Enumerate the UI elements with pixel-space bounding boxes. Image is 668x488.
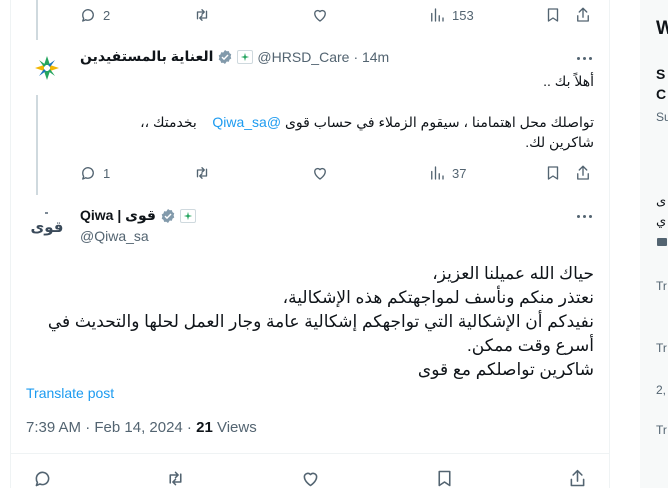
heart-icon <box>303 472 318 486</box>
avatar[interactable] <box>27 48 67 88</box>
qiwa-logo-icon: قوى <box>31 212 64 236</box>
reply-author-line: العناية بالمستفيدين @HRSD_Care · 14m <box>80 48 389 65</box>
main-handle-line: @Qiwa_sa <box>80 228 149 244</box>
post-body-line: حياك الله عميلنا العزيز، <box>432 264 594 283</box>
timestamp[interactable]: · 14m <box>353 49 389 65</box>
affiliate-badge-icon[interactable] <box>179 208 196 223</box>
bookmark-icon <box>547 166 559 180</box>
analytics-icon <box>431 8 444 22</box>
sidebar-text[interactable]: Tr <box>656 341 667 355</box>
share-icon <box>577 165 589 180</box>
post-timestamp[interactable]: 7:39 AM · Feb 14, 2024 · <box>26 419 196 436</box>
share-icon <box>570 469 585 486</box>
analytics-icon <box>431 166 444 180</box>
reply-button[interactable]: 1 <box>79 158 110 188</box>
bookmark-icon <box>438 470 451 486</box>
share-button[interactable] <box>567 463 588 488</box>
bookmark-button[interactable] <box>434 463 455 488</box>
repost-button[interactable] <box>193 158 211 188</box>
sidebar-text: C <box>656 86 667 102</box>
post-meta: 7:39 AM · Feb 14, 2024 · 21 Views <box>26 419 257 436</box>
reply-text-line-2: تواصلك محل اهتمامنا ، سيقوم الزملاء في ح… <box>80 112 594 132</box>
heart-icon <box>314 167 326 180</box>
reply-icon <box>82 9 94 22</box>
bookmark-button[interactable] <box>544 0 562 30</box>
affiliate-badge-icon[interactable] <box>237 49 254 64</box>
handle[interactable]: @Qiwa_sa <box>80 228 149 244</box>
sidebar-text: S <box>656 66 666 82</box>
views-button[interactable]: 153 <box>428 0 474 30</box>
like-button[interactable] <box>311 0 329 30</box>
heart-icon <box>314 9 326 22</box>
hrsd-logo-icon <box>35 56 59 80</box>
translate-post-link[interactable]: Translate post <box>26 385 114 401</box>
media-icon <box>657 238 667 246</box>
repost-button[interactable] <box>165 463 186 488</box>
reply-text-line-1: أهلاً بك .. <box>543 73 594 89</box>
bookmark-button[interactable] <box>544 158 562 188</box>
reply-text-tail: بخدمتك ،، <box>140 114 197 130</box>
sidebar-text[interactable]: Tr <box>656 423 667 437</box>
post-body: حياك الله عميلنا العزيز، نعتذر منكم ونأس… <box>26 262 594 382</box>
more-options-button[interactable] <box>572 48 596 68</box>
like-button[interactable] <box>300 463 321 488</box>
reply-count: 2 <box>103 7 111 23</box>
views-count: 153 <box>452 7 474 23</box>
verified-badge-icon[interactable] <box>160 208 176 224</box>
views-label: Views <box>212 419 257 436</box>
previous-post-actions: 2 153 <box>0 0 610 30</box>
right-sidebar: W S C Su ى ي Tr Tr 2, Tr <box>640 0 668 488</box>
post-body-line: نفيدكم أن الإشكالية التي تواجهكم إشكالية… <box>47 312 594 355</box>
views-button[interactable]: 37 <box>428 158 466 188</box>
main-author-line: Qiwa | قوى <box>80 207 196 224</box>
views-count: 21 <box>196 419 213 436</box>
share-button[interactable] <box>574 0 592 30</box>
reply-text-main: تواصلك محل اهتمامنا ، سيقوم الزملاء في ح… <box>284 114 594 130</box>
sidebar-text[interactable]: 2, <box>656 383 666 397</box>
sidebar-heading: W <box>656 18 668 39</box>
bookmark-icon <box>547 8 559 22</box>
repost-icon <box>196 9 208 21</box>
sidebar-text: ي <box>656 213 667 228</box>
thread-line <box>36 0 38 40</box>
sidebar-text: Su <box>656 110 668 124</box>
views-count: 37 <box>452 165 467 181</box>
divider <box>10 453 610 454</box>
reply-actions: 1 37 <box>0 158 610 188</box>
share-button[interactable] <box>574 158 592 188</box>
like-button[interactable] <box>311 158 329 188</box>
handle[interactable]: @HRSD_Care <box>257 49 349 65</box>
sidebar-text: ى <box>656 193 667 208</box>
sidebar-text[interactable]: Tr <box>656 279 667 293</box>
post-body-line: شاكرين تواصلكم مع قوى <box>417 360 594 379</box>
reply-icon <box>82 167 94 180</box>
post-body-line: نعتذر منكم ونأسف لمواجهتكم هذه الإشكالية… <box>282 288 594 307</box>
svg-text:قوى: قوى <box>31 218 64 236</box>
reply-text-line-3: شاكرين لك. <box>525 134 594 150</box>
display-name[interactable]: Qiwa | قوى <box>80 207 156 224</box>
repost-icon <box>196 167 208 179</box>
repost-button[interactable] <box>193 0 211 30</box>
share-icon <box>577 7 589 22</box>
reply-button[interactable]: 2 <box>79 0 110 30</box>
reply-count: 1 <box>103 165 111 181</box>
reply-icon <box>35 471 50 486</box>
verified-badge-icon[interactable] <box>217 49 233 65</box>
repost-icon <box>169 471 182 485</box>
display-name[interactable]: العناية بالمستفيدين <box>80 48 213 65</box>
avatar[interactable]: قوى <box>27 205 67 245</box>
mention-link[interactable]: @Qiwa_sa <box>212 114 281 130</box>
reply-button[interactable] <box>32 463 53 488</box>
main-post-actions <box>0 463 610 488</box>
more-options-button[interactable] <box>572 206 596 226</box>
